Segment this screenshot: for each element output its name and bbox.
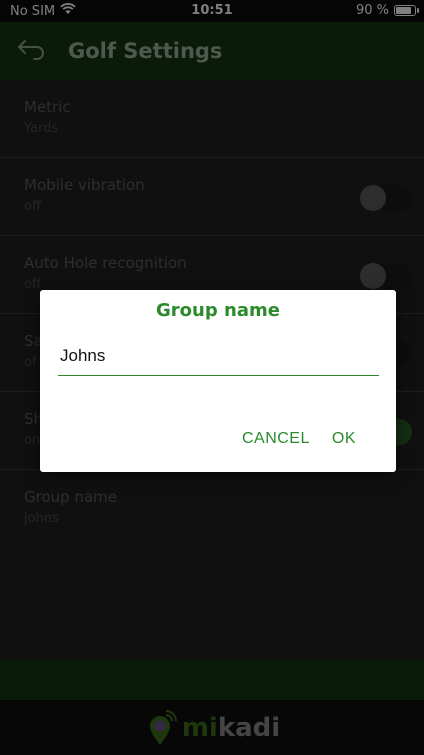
dialog-actions: CANCEL OK <box>242 430 356 448</box>
dialog-title: Group name <box>156 300 280 321</box>
cancel-button[interactable]: CANCEL <box>242 430 310 448</box>
group-name-input[interactable] <box>58 336 379 376</box>
ok-button[interactable]: OK <box>332 430 356 448</box>
group-name-dialog: Group name CANCEL OK <box>40 290 396 472</box>
